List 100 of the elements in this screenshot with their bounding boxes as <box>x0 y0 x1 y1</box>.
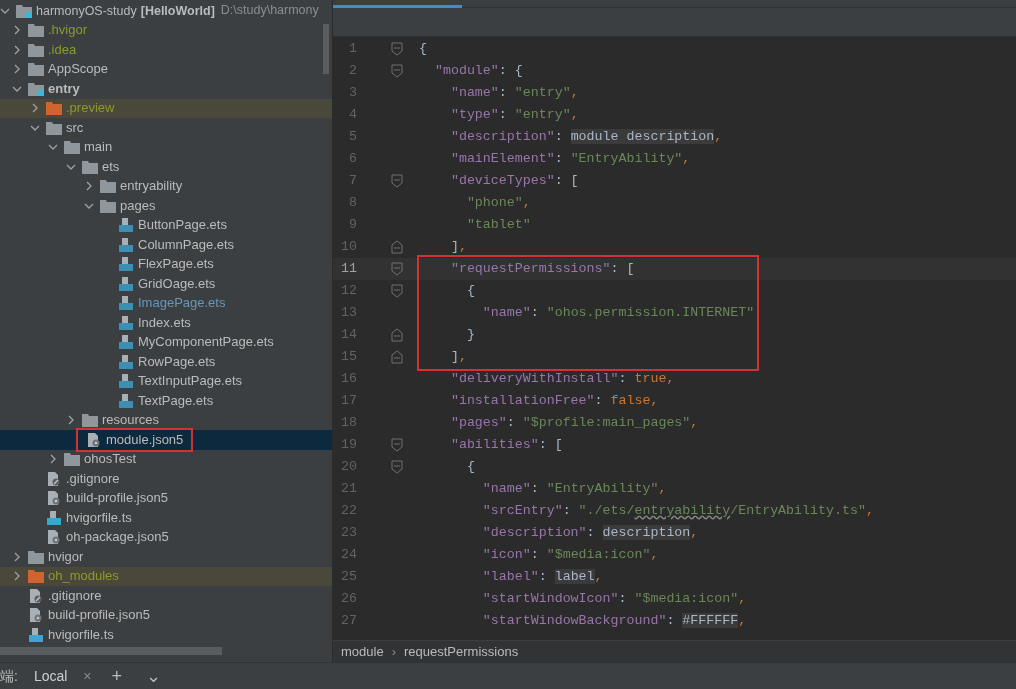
tree-item-label: pages <box>120 196 156 215</box>
line-number: 2 <box>348 62 357 80</box>
code-line: "icon": "$media:icon", <box>481 546 659 564</box>
tree-item[interactable]: AppScope <box>0 59 332 79</box>
code-line: "tablet" <box>465 216 531 234</box>
line-number: 17 <box>340 392 357 410</box>
tree-item-label: src <box>66 118 84 137</box>
tree-item[interactable]: resources <box>0 410 332 430</box>
line-number: 3 <box>348 84 357 102</box>
expand-chevron-icon[interactable] <box>12 64 22 75</box>
tree-item[interactable]: FlexPage.ets <box>0 254 332 274</box>
tree-item[interactable]: hvigor <box>0 547 332 567</box>
new-tab-button[interactable]: + <box>107 667 127 685</box>
tree-item[interactable]: RowPage.ets <box>0 352 332 372</box>
code-line: "srcEntry": "./ets/entryability/EntryAbility.ts", <box>481 502 874 520</box>
file-icon <box>118 315 134 330</box>
tree-item[interactable]: ButtonPage.ets <box>0 215 332 235</box>
line-number: 26 <box>340 590 357 608</box>
tree-item[interactable]: Index.ets <box>0 313 332 333</box>
tree-item[interactable]: main <box>0 137 332 157</box>
file-icon <box>118 354 134 369</box>
fold-marker-icon[interactable] <box>391 460 403 474</box>
line-number: 14 <box>340 326 357 344</box>
tree-item[interactable]: module.json5 <box>0 430 332 450</box>
tree-item[interactable]: TextPage.ets <box>0 391 332 411</box>
tree-item-label: hvigorfile.ts <box>48 625 114 644</box>
tree-item-label: AppScope <box>48 60 108 79</box>
folder-icon <box>28 42 44 57</box>
settings-file-icon <box>86 432 102 447</box>
fold-marker-icon[interactable] <box>391 262 403 276</box>
tree-item[interactable]: oh-package.json5 <box>0 527 332 547</box>
tree-item-label: GridOage.ets <box>138 274 216 293</box>
line-number: 16 <box>340 370 357 388</box>
tree-item-label: resources <box>102 411 160 430</box>
folder-icon <box>28 569 44 584</box>
tree-item[interactable]: .gitignore <box>0 586 332 606</box>
fold-marker-icon[interactable] <box>391 64 403 78</box>
tree-item[interactable]: .gitignore <box>0 469 332 489</box>
expand-chevron-icon[interactable] <box>12 25 22 36</box>
tree-item[interactable]: GridOage.ets <box>0 274 332 294</box>
tree-item-label: hvigorfile.ts <box>66 508 132 527</box>
breadcrumb[interactable]: module <box>341 641 384 662</box>
expand-chevron-icon[interactable] <box>30 103 40 114</box>
file-icon <box>118 276 134 291</box>
breadcrumb[interactable]: requestPermissions <box>404 641 519 662</box>
expand-chevron-icon[interactable] <box>12 44 22 55</box>
tree-item-label: MyComponentPage.ets <box>138 333 274 352</box>
tree-item[interactable]: ColumnPage.ets <box>0 235 332 255</box>
tree-item[interactable]: build-profile.json5 <box>0 605 332 625</box>
project-name[interactable]: harmonyOS-study <box>36 1 137 20</box>
fold-marker-icon[interactable] <box>391 174 403 188</box>
tree-item[interactable]: .hvigor <box>0 20 332 40</box>
tree-item-label: .gitignore <box>66 469 120 488</box>
tree-item-label: oh_modules <box>48 567 119 586</box>
code-line: "description": module description, <box>449 128 723 146</box>
fold-marker-icon[interactable] <box>391 350 403 364</box>
tree-item[interactable]: ets <box>0 157 332 177</box>
tree-item[interactable]: .preview <box>0 98 332 118</box>
expand-chevron-icon[interactable] <box>12 571 22 582</box>
code-line: "module": { <box>433 62 523 80</box>
close-tab-button[interactable]: × <box>83 665 92 687</box>
tree-item[interactable]: hvigorfile.ts <box>0 508 332 528</box>
expand-chevron-icon[interactable] <box>84 181 94 192</box>
vertical-scrollbar[interactable] <box>323 24 329 74</box>
fold-marker-icon[interactable] <box>391 438 403 452</box>
tree-item[interactable]: .idea <box>0 40 332 60</box>
line-number: 15 <box>340 348 357 366</box>
fold-marker-icon[interactable] <box>391 328 403 342</box>
expand-chevron-icon[interactable] <box>66 415 76 426</box>
folder-icon <box>28 81 44 96</box>
tree-item[interactable]: hvigorfile.ts <box>0 625 332 645</box>
expand-chevron-icon[interactable] <box>48 454 58 465</box>
code-line: "name": "ohos.permission.INTERNET" <box>481 304 755 322</box>
tree-item[interactable]: src <box>0 118 332 138</box>
expand-chevron-icon[interactable] <box>12 551 22 562</box>
tree-item-label: hvigor <box>48 547 84 566</box>
tree-item[interactable]: pages <box>0 196 332 216</box>
terminal-tab[interactable]: Local <box>33 665 68 687</box>
tree-item[interactable]: entry <box>0 79 332 99</box>
tree-item[interactable]: entryability <box>0 176 332 196</box>
horizontal-scrollbar[interactable] <box>0 646 222 655</box>
tree-item[interactable]: ohosTest <box>0 449 332 469</box>
tree-item[interactable]: TextInputPage.ets <box>0 371 332 391</box>
line-number: 23 <box>340 524 357 542</box>
folder-icon <box>16 3 32 18</box>
tree-item[interactable]: build-profile.json5 <box>0 488 332 508</box>
tree-item-label: entryability <box>120 177 183 196</box>
more-button[interactable]: ⌄ <box>142 667 166 685</box>
code-line: { <box>465 458 475 476</box>
fold-marker-icon[interactable] <box>391 284 403 298</box>
tree-item[interactable]: ImagePage.ets <box>0 293 332 313</box>
tree-item-label: main <box>84 138 113 157</box>
code-line: "requestPermissions": [ <box>449 260 635 278</box>
code-line: "startWindowBackground": #FFFFFF, <box>481 612 747 630</box>
tree-item[interactable]: MyComponentPage.ets <box>0 332 332 352</box>
line-number: 10 <box>340 238 357 256</box>
line-number: 8 <box>348 194 357 212</box>
tree-item[interactable]: oh_modules <box>0 566 332 586</box>
fold-marker-icon[interactable] <box>391 42 403 56</box>
fold-marker-icon[interactable] <box>391 240 403 254</box>
